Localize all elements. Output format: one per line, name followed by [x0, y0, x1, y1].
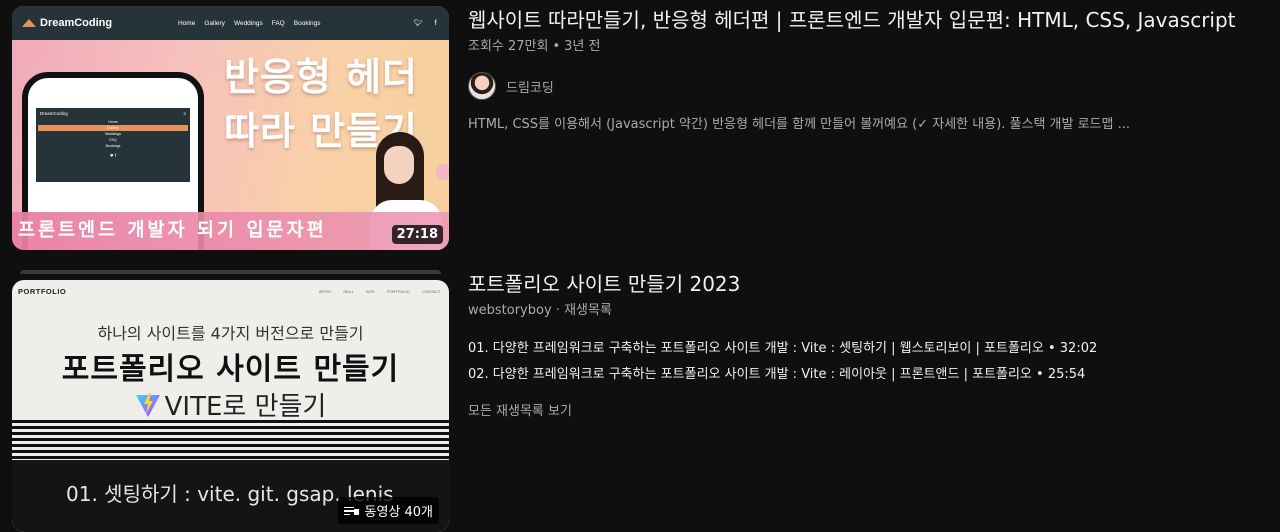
view-count: 조회수 27만회: [468, 39, 549, 54]
thumbnail-menu-item: SITE: [366, 288, 375, 294]
thumbnail-menu-item: CONTACT: [421, 288, 441, 294]
duration-badge: 27:18: [391, 225, 443, 244]
avatar[interactable]: [468, 72, 496, 100]
playlist-count: 동영상 40개: [364, 505, 433, 520]
video-description: HTML, CSS를 이용해서 (Javascript 약간) 반응형 헤더를 …: [468, 117, 1131, 132]
channel-name[interactable]: 드림코딩: [506, 77, 554, 96]
channel-name[interactable]: webstoryboy: [468, 303, 552, 318]
thumbnail-logo: PORTFOLIO: [18, 286, 67, 296]
playlist-stack-edge: [20, 270, 441, 274]
phone-menu-item: Bookings: [105, 144, 121, 148]
thumbnail-headline: 포트폴리오 사이트 만들기: [61, 352, 400, 387]
phone-logo: DreamCoding: [40, 111, 68, 116]
playlist-icon: [344, 506, 360, 516]
thumbnail-menu-item: INTRO: [318, 288, 332, 294]
thumbnail-logo-text: DreamCoding: [40, 17, 113, 29]
thumbnail-menu-item: Weddings: [233, 19, 263, 27]
thumbnail-logo: DreamCoding: [22, 17, 112, 29]
video-title[interactable]: 웹사이트 따라만들기, 반응형 헤더편 | 프론트엔드 개발자 입문편: HTM…: [468, 6, 1278, 34]
video-thumbnail[interactable]: DreamCoding Home Gallery Weddings FAQ Bo…: [12, 6, 449, 250]
separator-dot: •: [552, 39, 561, 54]
phone-social: ♥ f: [109, 153, 117, 158]
playlist-count-badge: 동영상 40개: [338, 497, 439, 524]
thumbnail-line: 하나의 사이트를 4가지 버전으로 만들기: [97, 324, 364, 343]
thumbnail-title-line: 반응형 헤더: [223, 55, 419, 99]
twitter-icon: 🐦︎: [413, 19, 423, 27]
thumbnail-subtitle: 프론트엔드 개발자 되기 입문자편: [18, 220, 327, 241]
video-info: 웹사이트 따라만들기, 반응형 헤더편 | 프론트엔드 개발자 입문편: HTM…: [468, 6, 1278, 134]
playlist-result: PORTFOLIO INTRO SKILL SITE PORTFOLIO CON…: [12, 270, 1280, 532]
facebook-icon: f: [434, 19, 437, 27]
logo-icon: [22, 19, 36, 27]
thumbnail-site-header: DreamCoding Home Gallery Weddings FAQ Bo…: [12, 6, 449, 40]
hamburger-icon: ≡: [183, 111, 186, 116]
thumbnail-menu-item: SKILL: [343, 288, 355, 294]
view-full-playlist-link[interactable]: 모든 재생목록 보기: [468, 400, 572, 419]
vite-logo-icon: [135, 392, 160, 417]
thumbnail-menu-item: Gallery: [204, 19, 225, 27]
playlist-title[interactable]: 포트폴리오 사이트 만들기 2023: [468, 270, 1278, 298]
video-result: DreamCoding Home Gallery Weddings FAQ Bo…: [12, 6, 1280, 250]
thumbnail-menu: Home Gallery Weddings FAQ Bookings: [178, 6, 321, 40]
thumbnail-social: 🐦︎ f: [414, 6, 437, 40]
thumbnail-menu: INTRO SKILL SITE PORTFOLIO CONTACT: [319, 280, 441, 302]
playlist-thumbnail[interactable]: PORTFOLIO INTRO SKILL SITE PORTFOLIO CON…: [12, 280, 449, 532]
phone-screen: DreamCoding ≡ Home Gallery Weddings FAQ …: [36, 108, 190, 182]
playlist-meta: webstoryboy · 재생목록: [468, 303, 612, 318]
thumbnail-stripes: [12, 420, 449, 460]
upload-age: 3년 전: [564, 39, 601, 54]
heart-icon: [436, 164, 449, 180]
playlist-type-label: 재생목록: [564, 303, 612, 318]
thumbnail-line-text: VITE로 만들기: [164, 392, 327, 422]
phone-header: DreamCoding ≡: [36, 108, 190, 119]
thumbnail-site-header: PORTFOLIO INTRO SKILL SITE PORTFOLIO CON…: [12, 280, 449, 302]
playlist-info: 포트폴리오 사이트 만들기 2023 webstoryboy · 재생목록 01…: [468, 270, 1278, 419]
thumbnail-menu-item: Bookings: [293, 19, 321, 27]
thumbnail-menu-item: FAQ: [271, 19, 285, 27]
thumbnail-menu-item: PORTFOLIO: [386, 288, 410, 294]
channel-link[interactable]: 드림코딩: [468, 72, 1278, 100]
playlist-video-item[interactable]: 02. 다양한 프레임워크로 구축하는 포트폴리오 사이트 개발 : Vite …: [468, 362, 1278, 388]
thumbnail-line: VITE로 만들기: [12, 386, 449, 423]
playlist-video-list: 01. 다양한 프레임워크로 구축하는 포트폴리오 사이트 개발 : Vite …: [468, 336, 1278, 388]
video-meta: 조회수 27만회 • 3년 전: [468, 38, 1278, 56]
thumbnail-menu-item: Home: [178, 19, 196, 27]
playlist-video-item[interactable]: 01. 다양한 프레임워크로 구축하는 포트폴리오 사이트 개발 : Vite …: [468, 336, 1278, 362]
